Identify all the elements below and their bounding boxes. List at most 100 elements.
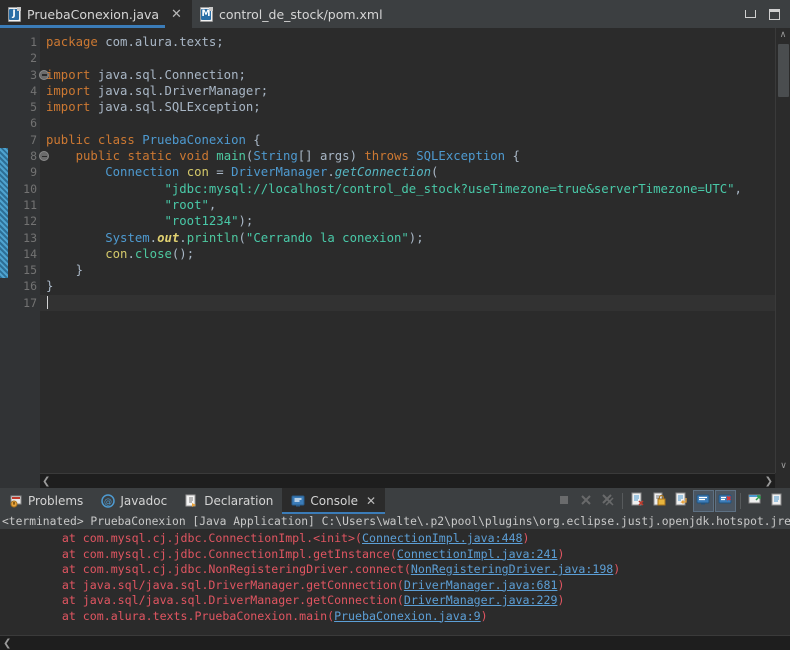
code-token: { [245, 132, 261, 147]
close-x-icon [579, 492, 593, 511]
maximize-button[interactable] [762, 0, 786, 28]
line-number: 5 [30, 100, 37, 115]
code-line[interactable]: "root1234"); [40, 213, 790, 229]
stack-trace-text: at java.sql/java.sql.DriverManager.getCo… [6, 593, 404, 607]
line-number: 11 [23, 197, 37, 212]
changed-lines-marker [0, 148, 8, 279]
code-editor[interactable]: 1 2 3 4 5 6 7 8 9 10 11 12 13 14 15 16 17 package com.al… [0, 28, 790, 488]
line-number: 6 [30, 116, 37, 131]
panel-tab-problems[interactable]: Problems [0, 488, 92, 514]
code-token: ); [238, 214, 254, 229]
stop-square-icon [557, 492, 571, 511]
line-number: 16 [23, 279, 37, 294]
panel-tab-bar: Problems @ Javadoc Declaration Console ✕ [0, 488, 790, 514]
close-all-x-icon [601, 492, 615, 511]
code-line[interactable]: "jdbc:mysql://localhost/control_de_stock… [40, 181, 790, 197]
javadoc-icon: @ [101, 494, 116, 508]
java-file-icon: J [8, 6, 21, 22]
scroll-down-icon[interactable]: ∨ [776, 459, 790, 473]
scroll-left-icon[interactable]: ❮ [3, 638, 11, 649]
code-line[interactable]: "root", [40, 197, 790, 213]
code-token: println [186, 230, 239, 245]
stack-trace-line[interactable]: at java.sql/java.sql.DriverManager.getCo… [0, 593, 790, 609]
code-token: SQLException [416, 149, 506, 164]
panel-tab-label: Problems [28, 494, 84, 508]
panel-tab-javadoc[interactable]: @ Javadoc [92, 488, 176, 514]
scroll-lock-button[interactable] [649, 490, 670, 512]
open-console-icon [748, 492, 763, 511]
stack-trace-line[interactable]: at com.alura.texts.PruebaConexion.main(P… [0, 609, 790, 625]
stack-trace-link[interactable]: PruebaConexion.java:9 [334, 609, 481, 623]
code-token: DriverManager [231, 165, 328, 180]
code-line[interactable]: package com.alura.texts; [40, 34, 790, 50]
pin-console-button[interactable] [715, 490, 736, 512]
stack-trace-link[interactable]: NonRegisteringDriver.java:198 [411, 562, 613, 576]
code-line[interactable]: Connection con = DriverManager.getConnec… [40, 164, 790, 180]
console-horizontal-scrollbar[interactable]: ❮ [0, 635, 790, 650]
svg-text:@: @ [104, 497, 112, 506]
stack-trace-text: at com.mysql.cj.jdbc.ConnectionImpl.<ini… [6, 531, 362, 545]
scroll-left-icon[interactable]: ❮ [42, 476, 50, 487]
code-line[interactable] [40, 294, 790, 312]
panel-tab-declaration[interactable]: Declaration [176, 488, 282, 514]
line-number: 1 [30, 35, 37, 49]
panel-tab-console[interactable]: Console ✕ [282, 488, 386, 514]
stack-trace-line[interactable]: at com.mysql.cj.jdbc.ConnectionImpl.<ini… [0, 531, 790, 547]
show-console-button[interactable] [693, 490, 714, 512]
code-token: import [46, 100, 98, 115]
close-icon[interactable]: ✕ [171, 8, 182, 21]
word-wrap-button[interactable] [671, 490, 692, 512]
stack-trace-line[interactable]: at com.mysql.cj.jdbc.NonRegisteringDrive… [0, 562, 790, 578]
code-token: java.sql.Connection; [97, 67, 246, 82]
stack-trace-line[interactable]: at java.sql/java.sql.DriverManager.getCo… [0, 578, 790, 594]
code-token: java.sql.DriverManager; [97, 83, 269, 98]
code-line[interactable]: con.close(); [40, 246, 790, 262]
code-line[interactable]: public class PruebaConexion { [40, 132, 790, 148]
code-line[interactable]: } [40, 278, 790, 294]
clear-console-button[interactable] [627, 490, 648, 512]
stack-trace-text: ) [613, 562, 621, 576]
vertical-scrollbar-thumb[interactable] [778, 44, 789, 97]
scroll-right-icon[interactable]: ❯ [765, 476, 773, 487]
code-line[interactable]: System.out.println("Cerrando la conexion… [40, 230, 790, 246]
editor-tab-pruebaconexion[interactable]: J PruebaConexion.java ✕ [0, 0, 192, 28]
code-token: public class [46, 132, 143, 147]
line-number: 4 [30, 83, 37, 98]
minimize-button[interactable] [738, 0, 762, 28]
stack-trace-link[interactable]: ConnectionImpl.java:448 [362, 531, 523, 545]
problems-icon [9, 494, 23, 508]
stack-trace-link[interactable]: DriverManager.java:681 [404, 578, 558, 592]
line-number: 9 [30, 165, 37, 180]
editor-tab-pom-xml[interactable]: M control_de_stock/pom.xml [191, 0, 393, 28]
code-token: con [105, 246, 128, 261]
stack-trace-link[interactable]: DriverManager.java:229 [404, 593, 558, 607]
maven-xml-file-icon: M [199, 6, 213, 22]
view-menu-button[interactable] [767, 490, 788, 512]
line-number-gutter[interactable]: 1 2 3 4 5 6 7 8 9 10 11 12 13 14 15 16 17 [8, 28, 49, 488]
line-number: 15 [23, 263, 37, 278]
code-token: close [134, 246, 172, 261]
code-line[interactable]: } [40, 262, 790, 278]
scroll-up-icon[interactable]: ∧ [776, 28, 790, 42]
editor-vertical-scrollbar[interactable]: ∧ ∨ [775, 28, 790, 473]
panel-tab-label: Console [310, 494, 359, 508]
code-line[interactable] [40, 115, 790, 131]
code-line[interactable]: public static void main(String[] args) t… [40, 148, 790, 164]
code-token: "Cerrando la conexion" [245, 230, 409, 245]
stack-trace-line[interactable]: at com.mysql.cj.jdbc.ConnectionImpl.getI… [0, 547, 790, 563]
code-token: "jdbc:mysql://localhost/control_de_stock… [164, 181, 735, 196]
editor-horizontal-scrollbar[interactable]: ❮ ❯ [40, 473, 775, 488]
code-line[interactable] [40, 50, 790, 66]
code-line[interactable]: import java.sql.Connection; [40, 67, 790, 83]
open-console-button[interactable] [745, 490, 766, 512]
code-line[interactable]: import java.sql.SQLException; [40, 99, 790, 115]
close-icon[interactable]: ✕ [366, 494, 376, 508]
stack-trace-link[interactable]: ConnectionImpl.java:241 [397, 547, 558, 561]
code-text-area[interactable]: package com.alura.texts; import java.sql.… [40, 28, 790, 488]
code-token: ); [408, 230, 424, 245]
stack-trace-text: ) [557, 577, 565, 592]
console-output[interactable]: at com.mysql.cj.jdbc.ConnectionImpl.<ini… [0, 529, 790, 635]
code-line[interactable]: import java.sql.DriverManager; [40, 83, 790, 99]
